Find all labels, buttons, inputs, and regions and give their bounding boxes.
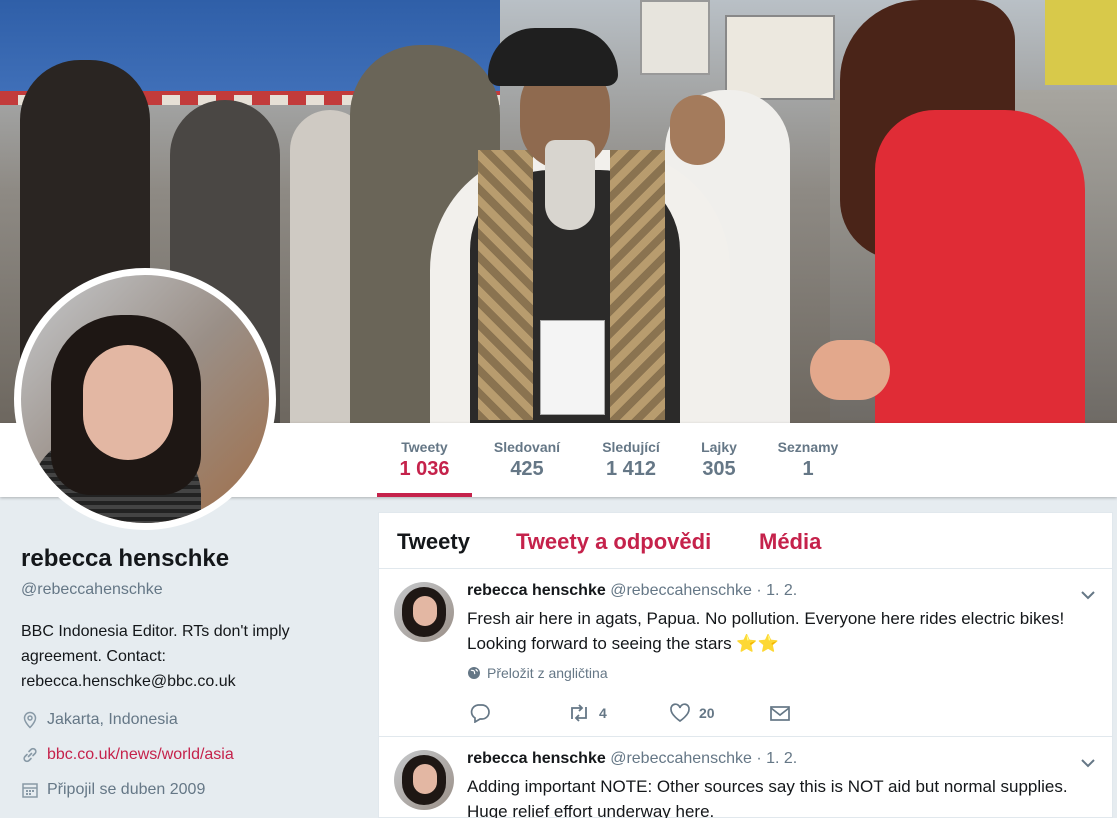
chevron-down-icon[interactable] <box>1080 755 1096 771</box>
tweet-header: rebecca henschke @rebeccahenschke · 1. 2… <box>467 750 797 768</box>
joined-text: Připojil se duben 2009 <box>47 781 206 798</box>
tweet[interactable]: rebecca henschke @rebeccahenschke · 1. 2… <box>379 737 1112 818</box>
retweet-button[interactable]: 4 <box>567 703 607 723</box>
tab-tweets-and-replies[interactable]: Tweety a odpovědi <box>516 529 711 555</box>
avatar-photo <box>21 275 269 523</box>
profile-url: bbc.co.uk/news/world/asia <box>21 746 234 764</box>
retweet-count: 4 <box>599 705 607 721</box>
envelope-icon <box>770 706 790 721</box>
profile-avatar[interactable] <box>14 268 276 530</box>
avatar-face <box>413 596 437 626</box>
nav-label: Sledovaní <box>493 439 561 455</box>
tweet-header: rebecca henschke @rebeccahenschke · 1. 2… <box>467 582 797 600</box>
nav-tweets[interactable]: Tweety 1 036 <box>377 423 472 497</box>
nav-label: Lajky <box>701 439 737 455</box>
heart-icon <box>670 703 690 723</box>
nav-count: 1 412 <box>605 458 657 480</box>
profile-handle[interactable]: @rebeccahenschke <box>21 581 163 599</box>
location-text: Jakarta, Indonesia <box>47 711 178 728</box>
profile-website-link[interactable]: bbc.co.uk/news/world/asia <box>47 746 234 764</box>
calendar-icon <box>22 783 38 798</box>
like-count: 20 <box>699 705 715 721</box>
tweet-author-handle[interactable]: @rebeccahenschke <box>610 582 752 599</box>
like-button[interactable]: 20 <box>669 703 715 723</box>
tweet-date[interactable]: · 1. 2. <box>756 750 797 767</box>
tweet-author-name[interactable]: rebecca henschke <box>467 750 606 767</box>
nav-followers[interactable]: Sledující 1 412 <box>596 423 666 497</box>
photo-scarf <box>478 150 533 420</box>
photo-person-hands <box>810 340 890 400</box>
timeline: Tweety Tweety a odpovědi Média rebecca h… <box>378 512 1113 818</box>
photo-sign <box>640 0 710 75</box>
nav-likes[interactable]: Lajky 305 <box>694 423 744 497</box>
profile-joined: Připojil se duben 2009 <box>21 781 205 799</box>
photo-beard <box>545 140 595 230</box>
photo-person-face <box>670 95 725 165</box>
nav-count: 1 036 <box>399 458 450 480</box>
tab-media[interactable]: Média <box>759 529 821 555</box>
tweet-avatar[interactable] <box>394 750 454 810</box>
nav-count: 1 <box>802 458 814 480</box>
tweet-avatar[interactable] <box>394 582 454 642</box>
direct-message-button[interactable] <box>769 703 799 723</box>
avatar-face <box>83 345 173 460</box>
link-icon <box>23 747 37 763</box>
nav-count: 425 <box>510 458 544 480</box>
retweet-icon <box>571 704 587 722</box>
photo-person-red-top <box>875 110 1085 423</box>
tweet-text: Adding important NOTE: Other sources say… <box>467 777 1068 818</box>
tweet[interactable]: rebecca henschke @rebeccahenschke · 1. 2… <box>379 569 1112 737</box>
photo-sign <box>1045 0 1117 85</box>
tweet-text: Fresh air here in agats, Papua. No pollu… <box>467 609 1065 653</box>
profile-bio: BBC Indonesia Editor. RTs don't imply ag… <box>21 623 290 690</box>
nav-label: Sledující <box>602 439 660 455</box>
translate-tweet[interactable]: Přeložit z angličtina <box>467 665 608 681</box>
tweet-author-handle[interactable]: @rebeccahenschke <box>610 750 752 767</box>
nav-label: Tweety <box>401 439 448 455</box>
chevron-down-icon[interactable] <box>1080 587 1096 603</box>
photo-sign <box>725 15 835 100</box>
profile-location: Jakarta, Indonesia <box>21 711 178 729</box>
globe-icon <box>468 667 480 679</box>
nav-following[interactable]: Sledovaní 425 <box>486 423 568 497</box>
nav-label: Seznamy <box>777 439 839 455</box>
translate-label: Přeložit z angličtina <box>487 665 608 681</box>
photo-hat <box>488 28 618 86</box>
location-pin-icon <box>23 711 37 729</box>
reply-icon <box>470 704 490 723</box>
tweet-date[interactable]: · 1. 2. <box>756 582 797 599</box>
photo-scarf <box>610 150 665 420</box>
photo-badge <box>540 320 605 415</box>
tab-tweets[interactable]: Tweety <box>397 529 470 555</box>
timeline-tabs: Tweety Tweety a odpovědi Média <box>379 513 1112 569</box>
nav-lists[interactable]: Seznamy 1 <box>771 423 845 497</box>
nav-count: 305 <box>702 458 736 480</box>
avatar-face <box>413 764 437 794</box>
tweet-author-name[interactable]: rebecca henschke <box>467 582 606 599</box>
profile-name[interactable]: rebecca henschke <box>21 545 229 573</box>
reply-button[interactable] <box>469 703 499 723</box>
